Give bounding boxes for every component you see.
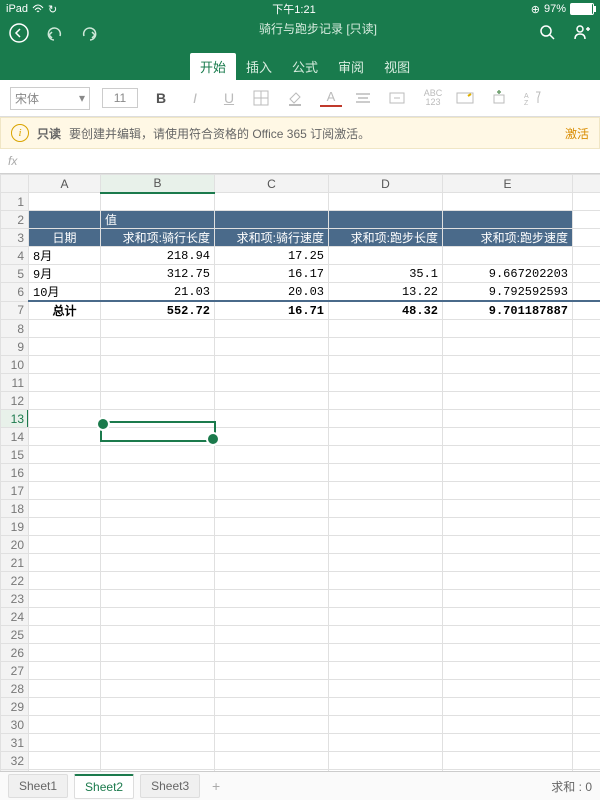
search-button[interactable] [538, 23, 556, 41]
italic-button[interactable]: I [184, 90, 206, 106]
col-E[interactable]: E [443, 175, 573, 193]
sheet-tabs: Sheet1 Sheet2 Sheet3 + [8, 774, 226, 799]
ribbon: 宋体 ▾ 11 B I U A ABC123 AZ [0, 80, 600, 117]
table-total-row: 7 总计 552.72 16.71 48.32 9.701187887 [1, 301, 600, 320]
insert-delete-button[interactable] [490, 89, 512, 107]
ribbon-tabs: 开始 插入 公式 审阅 视图 [0, 56, 600, 80]
borders-button[interactable] [252, 89, 274, 107]
notice-tag: 只读 [37, 125, 61, 142]
orientation-lock-icon: ⊕ [531, 3, 540, 16]
col-A[interactable]: A [29, 175, 101, 193]
worksheet[interactable]: A B C D E 1 2 值 3 日期 求和项:骑行长度 求和项:骑行速度 求… [0, 174, 600, 800]
pivot-head-run-len: 求和项:跑步长度 [329, 229, 443, 247]
font-size-select[interactable]: 11 [102, 88, 138, 108]
activate-link[interactable]: 激活 [565, 125, 589, 142]
table-row: 6 10月 21.03 20.03 13.22 9.792592593 [1, 283, 600, 302]
sync-icon: ↻ [48, 3, 57, 16]
tab-insert[interactable]: 插入 [236, 53, 282, 80]
col-C[interactable]: C [215, 175, 329, 193]
aggregate-readout[interactable]: 求和 : 0 [551, 778, 592, 795]
col-D[interactable]: D [329, 175, 443, 193]
tab-view[interactable]: 视图 [374, 53, 420, 80]
pivot-values-caption: 值 [101, 211, 215, 229]
sheet-tab-2[interactable]: Sheet2 [74, 774, 134, 799]
select-all-corner[interactable] [1, 175, 29, 193]
readonly-notice: i 只读 要创建并编辑，请使用符合资格的 Office 365 订阅激活。 激活 [0, 117, 600, 149]
row-3[interactable]: 3 [1, 229, 29, 247]
col-B[interactable]: B [101, 175, 215, 193]
redo-button[interactable] [80, 24, 98, 42]
bold-button[interactable]: B [150, 90, 172, 106]
pivot-head-date: 日期 [29, 229, 101, 247]
pivot-head-ride-len: 求和项:骑行长度 [101, 229, 215, 247]
bottom-bar: Sheet1 Sheet2 Sheet3 + 求和 : 0 [0, 771, 600, 800]
clock: 下午1:21 [272, 1, 315, 17]
svg-text:Z: Z [524, 100, 529, 106]
sheet-tab-3[interactable]: Sheet3 [140, 774, 200, 798]
row-13[interactable]: 13 [1, 410, 29, 428]
row-1[interactable]: 1 [1, 193, 29, 211]
battery-icon [570, 3, 594, 15]
sort-filter-button[interactable]: AZ [524, 90, 546, 106]
undo-button[interactable] [46, 24, 64, 42]
add-sheet-button[interactable]: + [206, 778, 226, 794]
underline-button[interactable]: U [218, 90, 240, 106]
font-color-button[interactable]: A [320, 89, 342, 107]
status-bar: iPad ↻ 下午1:21 ⊕ 97% [0, 0, 600, 18]
fill-color-button[interactable] [286, 89, 308, 107]
info-icon: i [11, 124, 29, 142]
title-bar: 骑行与跑步记录 [只读] [0, 18, 600, 56]
number-format-button[interactable]: ABC123 [422, 89, 444, 107]
pivot-head-run-spd: 求和项:跑步速度 [443, 229, 573, 247]
align-button[interactable] [354, 91, 376, 105]
tab-formula[interactable]: 公式 [282, 53, 328, 80]
column-headers: A B C D E [1, 175, 600, 193]
chevron-down-icon: ▾ [79, 91, 85, 105]
back-button[interactable] [8, 22, 30, 44]
sheet-tab-1[interactable]: Sheet1 [8, 774, 68, 798]
table-row: 5 9月 312.75 16.17 35.1 9.667202203 [1, 265, 600, 283]
row-2[interactable]: 2 [1, 211, 29, 229]
font-family-select[interactable]: 宋体 ▾ [10, 87, 90, 110]
svg-text:A: A [524, 93, 529, 100]
tab-review[interactable]: 审阅 [328, 53, 374, 80]
share-button[interactable] [572, 22, 592, 42]
fx-label: fx [8, 154, 17, 168]
font-family-label: 宋体 [15, 90, 39, 107]
table-row: 4 8月 218.94 17.25 [1, 247, 600, 265]
merge-button[interactable] [388, 91, 410, 105]
formula-bar[interactable]: fx [0, 149, 600, 174]
document-title: 骑行与跑步记录 [只读] [259, 22, 377, 36]
pivot-head-ride-spd: 求和项:骑行速度 [215, 229, 329, 247]
battery-pct: 97% [544, 3, 566, 15]
device-label: iPad [6, 3, 28, 15]
notice-message: 要创建并编辑，请使用符合资格的 Office 365 订阅激活。 [69, 125, 370, 142]
wifi-icon [32, 4, 44, 14]
tab-home[interactable]: 开始 [190, 53, 236, 80]
cell-styles-button[interactable] [456, 91, 478, 105]
